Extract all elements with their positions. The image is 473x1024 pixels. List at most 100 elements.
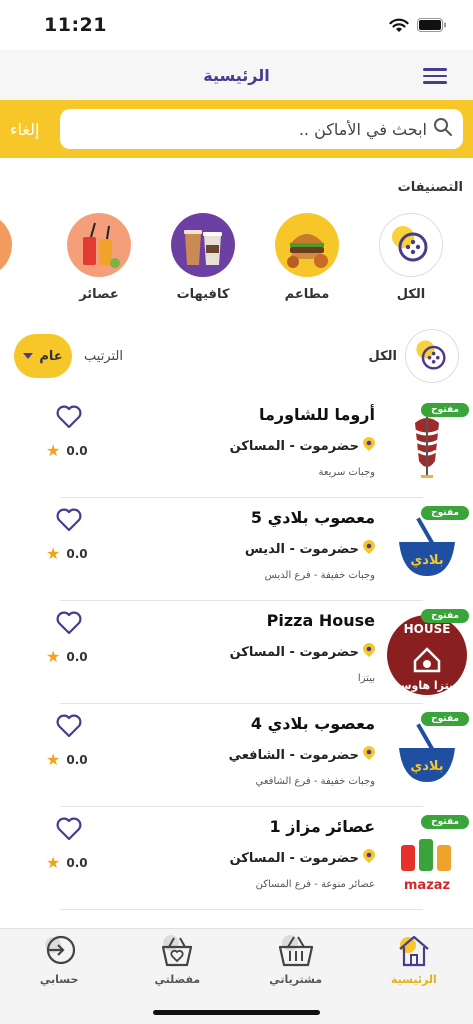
coffee-icon: [171, 213, 235, 277]
menu-button[interactable]: [423, 64, 447, 86]
place-description: وجبات خفيفة - فرع الشافعي: [255, 776, 376, 787]
category-all[interactable]: الكل: [359, 195, 463, 323]
place-card[interactable]: HOUSE بيتزا هاوس مفتوح Pizza House حضرموت…: [46, 601, 469, 704]
filter-all[interactable]: الكل: [368, 329, 459, 383]
place-location: حضرموت - المساكن: [230, 849, 375, 867]
location-text: حضرموت - الديس: [244, 541, 359, 557]
place-card[interactable]: بلادي مفتوح معصوب بلادي 4 حضرموت - الشاف…: [46, 704, 469, 807]
star-icon: ★: [46, 544, 61, 563]
sort-label: الترتيب: [84, 348, 123, 364]
open-badge: مفتوح: [421, 815, 469, 829]
place-description: وجبات خفيفة - فرع الديس: [264, 570, 375, 581]
search-input[interactable]: [70, 119, 427, 139]
location-text: حضرموت - الشافعي: [228, 747, 359, 763]
rating-value: 0.0: [66, 753, 88, 767]
search-icon: [433, 117, 453, 141]
filter-row: الكل الترتيب عام: [0, 327, 473, 385]
category-cafes[interactable]: كافيهات: [151, 195, 255, 323]
place-name: معصوب بلادي 4: [250, 714, 375, 733]
category-juices[interactable]: عصائر: [47, 195, 151, 323]
rating: ★ 0.0: [46, 649, 88, 665]
open-badge: مفتوح: [421, 506, 469, 520]
location-text: حضرموت - المساكن: [229, 644, 359, 660]
rating-value: 0.0: [66, 856, 88, 870]
chevron-down-icon: [23, 353, 34, 359]
sort-dropdown[interactable]: عام: [14, 334, 72, 378]
heart-icon[interactable]: [56, 817, 82, 841]
place-location: حضرموت - المساكن: [230, 437, 375, 455]
sort-value: عام: [39, 348, 63, 364]
place-name: أروما للشاورما: [258, 405, 375, 424]
page-title: الرئيسية: [203, 65, 270, 85]
place-card[interactable]: mazaz مفتوح عصائر مزاز 1 حضرموت - المساك…: [46, 807, 469, 910]
category-label: عصائر: [79, 287, 119, 302]
open-badge: مفتوح: [421, 609, 469, 623]
star-icon: ★: [46, 853, 61, 872]
heart-icon[interactable]: [56, 508, 82, 532]
category-peek: [0, 213, 12, 277]
location-pin-icon: [363, 437, 375, 455]
location-pin-icon: [363, 849, 375, 867]
burger-icon: [275, 213, 339, 277]
battery-icon: [417, 18, 447, 32]
rating-value: 0.0: [66, 547, 88, 561]
filter-all-label: الكل: [368, 348, 397, 364]
svg-text:HOUSE: HOUSE: [404, 622, 451, 636]
location-text: حضرموت - المساكن: [229, 438, 359, 454]
place-name: عصائر مزاز 1: [269, 817, 376, 836]
wifi-icon: [389, 18, 409, 33]
dots-circle-icon: [379, 213, 443, 277]
rating: ★ 0.0: [46, 443, 88, 459]
home-indicator: [153, 1010, 320, 1015]
category-label: الكل: [396, 287, 426, 302]
home-icon: [394, 933, 434, 967]
rating: ★ 0.0: [46, 855, 88, 871]
place-description: بيتزا: [357, 673, 375, 684]
rating: ★ 0.0: [46, 546, 88, 562]
baladi-logo: بلادي مفتوح: [385, 506, 469, 592]
tab-label: مفضلتي: [154, 973, 201, 986]
open-badge: مفتوح: [421, 403, 469, 417]
star-icon: ★: [46, 647, 61, 666]
category-restaurants[interactable]: مطاعم: [255, 195, 359, 323]
svg-text:mazaz: mazaz: [404, 878, 450, 893]
search-box[interactable]: [60, 109, 463, 149]
place-name: Pizza House: [266, 611, 375, 630]
svg-text:بلادي: بلادي: [410, 553, 443, 568]
heart-icon[interactable]: [56, 405, 82, 429]
categories-title: التصنيفات: [397, 180, 463, 195]
rating-value: 0.0: [66, 444, 88, 458]
place-card[interactable]: مفتوح أروما للشاورما حضرموت - المساكن وج…: [46, 395, 469, 498]
nav-bar: الرئيسية: [0, 50, 473, 100]
open-badge: مفتوح: [421, 712, 469, 726]
heart-icon[interactable]: [56, 714, 82, 738]
category-label: مطاعم: [284, 287, 330, 302]
location-pin-icon: [363, 540, 375, 558]
place-location: حضرموت - المساكن: [230, 643, 375, 661]
rating: ★ 0.0: [46, 752, 88, 768]
status-icons: [389, 18, 447, 33]
cancel-button[interactable]: إلغاء: [10, 120, 50, 139]
basket-icon: [276, 933, 316, 967]
place-description: عصائر منوعة - فرع المساكن: [255, 879, 375, 890]
place-card[interactable]: بلادي مفتوح معصوب بلادي 5 حضرموت - الديس…: [46, 498, 469, 601]
category-label: كافيهات: [176, 287, 230, 302]
location-text: حضرموت - المساكن: [229, 850, 359, 866]
menu-line: [423, 68, 447, 71]
place-name: معصوب بلادي 5: [250, 508, 375, 527]
status-time: 11:21: [44, 14, 107, 36]
tab-label: مشترياتي: [269, 973, 323, 986]
pizza-house-logo: HOUSE بيتزا هاوس مفتوح: [385, 609, 469, 695]
heart-icon[interactable]: [56, 611, 82, 635]
tab-account[interactable]: حسابي: [4, 933, 114, 1024]
svg-text:بلادي: بلادي: [410, 759, 443, 774]
tab-label: الرئيسية: [391, 973, 437, 986]
shawarma-logo: مفتوح: [385, 403, 469, 489]
sort-group: الترتيب عام: [14, 334, 123, 378]
place-location: حضرموت - الشافعي: [229, 746, 375, 764]
login-icon: [39, 933, 79, 967]
tab-label: حسابي: [39, 973, 79, 986]
rating-value: 0.0: [66, 650, 88, 664]
tab-home[interactable]: الرئيسية: [359, 933, 469, 1024]
location-pin-icon: [363, 746, 375, 764]
